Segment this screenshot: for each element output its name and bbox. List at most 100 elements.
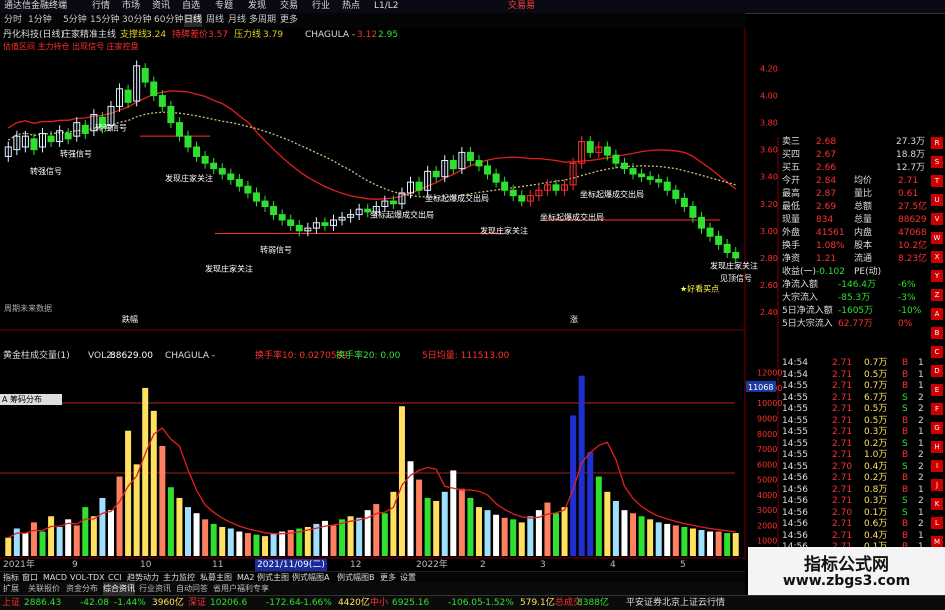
tick-list[interactable]: 14:54 2.71 0.7万 B 1 14:54 2.71 0.5万 B 1 14:55 2.71 0… (778, 358, 930, 558)
period-tab[interactable]: 多周期 (249, 14, 276, 27)
side-button[interactable]: Y (931, 270, 943, 282)
brand-label[interactable]: 交易易 (508, 0, 535, 13)
period-tab[interactable]: 60分钟 (154, 14, 183, 27)
volume-bar (570, 415, 577, 556)
info-tab[interactable]: 省用户福利专享 (213, 582, 269, 595)
side-button[interactable]: W (931, 232, 943, 244)
period-tab[interactable]: 更多 (280, 14, 298, 27)
volume-bar (381, 513, 388, 556)
volume-bar (244, 533, 251, 556)
period-tab[interactable]: 周线 (206, 14, 224, 27)
candle-body (270, 205, 278, 216)
quote-cell: 卖三 (782, 137, 801, 147)
tick-row[interactable]: 14:55 2.71 0.5万 B 2 (778, 416, 930, 427)
side-button[interactable]: L (931, 517, 943, 529)
tick-row[interactable]: 14:56 2.71 0.8万 B 1 (778, 485, 930, 496)
menu-item[interactable]: 热点 (342, 0, 360, 13)
tick-cell: 1 (918, 507, 924, 518)
volume-bar (715, 531, 722, 556)
period-tab[interactable]: 分时 (4, 14, 22, 27)
side-button[interactable]: H (931, 441, 943, 453)
side-button[interactable]: F (931, 403, 943, 415)
info-tab[interactable]: 扩展 (3, 582, 19, 595)
future-data-note: 周期未来数据 (4, 303, 52, 313)
side-button[interactable]: J (931, 479, 943, 491)
stock-name[interactable]: 丹化科技(日线) (3, 29, 64, 41)
tick-row[interactable]: 14:56 2.71 0.6万 B 2 (778, 519, 930, 530)
info-tab[interactable]: 行业资讯 (139, 582, 171, 595)
quote-cell: 大宗流入 (782, 293, 819, 303)
side-button[interactable]: A (931, 308, 943, 320)
tick-row[interactable]: 14:55 2.71 1.0万 B 2 (778, 450, 930, 461)
tick-cell: 2 (918, 450, 924, 460)
menu-item[interactable]: 资讯 (152, 0, 170, 13)
tick-row[interactable]: 14:54 2.71 0.7万 B 1 (778, 358, 930, 369)
side-button[interactable]: D (931, 365, 943, 377)
side-button[interactable]: Z (931, 289, 943, 301)
tick-cell: 1 (918, 530, 924, 541)
menu-item[interactable]: 发现 (248, 0, 266, 13)
candle-body (261, 200, 269, 207)
volume-bar (99, 497, 106, 556)
chip-distribution-box[interactable]: A 筹码分布 (0, 394, 62, 405)
server-status[interactable]: 平安证券北京上证云行情 (626, 596, 725, 610)
tick-row[interactable]: 14:55 2.71 0.2万 S 1 (778, 439, 930, 450)
tick-row[interactable]: 14:55 2.71 0.7万 B 1 (778, 381, 930, 392)
tick-row[interactable]: 14:55 2.71 6.7万 S 2 (778, 393, 930, 404)
period-tab[interactable]: 15分钟 (90, 14, 119, 27)
info-tab[interactable]: 自动问答 (176, 582, 208, 595)
info-tab-active[interactable]: 综合资讯 (103, 582, 135, 595)
menu-item[interactable]: 专题 (215, 0, 233, 13)
period-tab-active[interactable]: 日线 (184, 14, 203, 27)
side-button[interactable]: V (931, 213, 943, 225)
period-tab[interactable]: 5分钟 (63, 14, 87, 27)
quote-cell: 1.08% (816, 241, 845, 251)
menu-item[interactable]: 市场 (122, 0, 140, 13)
tick-cell: 2.71 (832, 427, 853, 437)
side-button[interactable]: U (931, 194, 943, 206)
period-tab[interactable]: 月线 (228, 14, 246, 27)
tick-row[interactable]: 14:56 2.71 0.3万 S 2 (778, 496, 930, 507)
side-button[interactable]: K (931, 498, 943, 510)
tick-row[interactable]: 14:56 2.71 0.4万 B 1 (778, 531, 930, 542)
side-button[interactable]: X (931, 251, 943, 263)
tick-row[interactable]: 14:55 2.71 0.5万 S 2 (778, 404, 930, 415)
main-indicator-header: 丹化科技(日线) 庄家精准主线 支撑线 3.24 持牌差价 3.57 压力线 3… (0, 29, 745, 41)
tick-row[interactable]: 14:55 2.70 0.4万 S 2 (778, 462, 930, 473)
price-axis-label: 2.60 (760, 281, 778, 290)
price-axis-label: 2.40 (760, 308, 778, 317)
period-tab[interactable]: 30分钟 (122, 14, 151, 27)
info-tabs: 扩展 关联报价 资金分布 综合资讯 行业资讯 自动问答 省用户福利专享 (0, 582, 745, 595)
info-tab[interactable]: 关联报价 (28, 582, 60, 595)
menu-item[interactable]: 交易 (280, 0, 298, 13)
candle-body (646, 176, 654, 180)
side-button[interactable]: I (931, 460, 943, 472)
side-button[interactable]: B (931, 327, 943, 339)
side-button[interactable]: S (931, 156, 943, 168)
side-button[interactable]: C (931, 346, 943, 358)
tick-row[interactable]: 14:54 2.71 0.5万 B 1 (778, 370, 930, 381)
side-button[interactable]: E (931, 384, 943, 396)
period-tab[interactable]: 1分钟 (28, 14, 52, 27)
side-button[interactable]: R (931, 137, 943, 149)
menu-item[interactable]: 行情 (92, 0, 110, 13)
volume-bar (450, 470, 457, 556)
tick-row[interactable]: 14:55 2.71 0.3万 B 1 (778, 427, 930, 438)
menu-item[interactable]: 自选 (182, 0, 200, 13)
indicator-name[interactable]: 庄家精准主线 (62, 29, 116, 41)
side-button[interactable]: T (931, 175, 943, 187)
info-tab[interactable]: 资金分布 (66, 582, 98, 595)
tick-cell: B (902, 415, 909, 426)
volume-indicator-name[interactable]: 黄金柱成交量(1) (3, 349, 70, 363)
tick-row[interactable]: 14:56 2.70 0.1万 S 1 (778, 508, 930, 519)
menu-item[interactable]: 行业 (312, 0, 330, 13)
side-button[interactable]: G (931, 422, 943, 434)
menu-item[interactable]: L1/L2 (374, 0, 399, 13)
tick-cell: 0.7万 (864, 358, 888, 368)
watermark-badge: 指标公式网 www.zbgs3.com (748, 547, 945, 595)
tick-cell: B (902, 519, 909, 529)
tick-row[interactable]: 14:56 2.71 0.2万 B 2 (778, 473, 930, 484)
date-label: 12 (350, 560, 362, 570)
candle-body (586, 141, 594, 153)
tick-cell: 14:55 (782, 381, 808, 391)
